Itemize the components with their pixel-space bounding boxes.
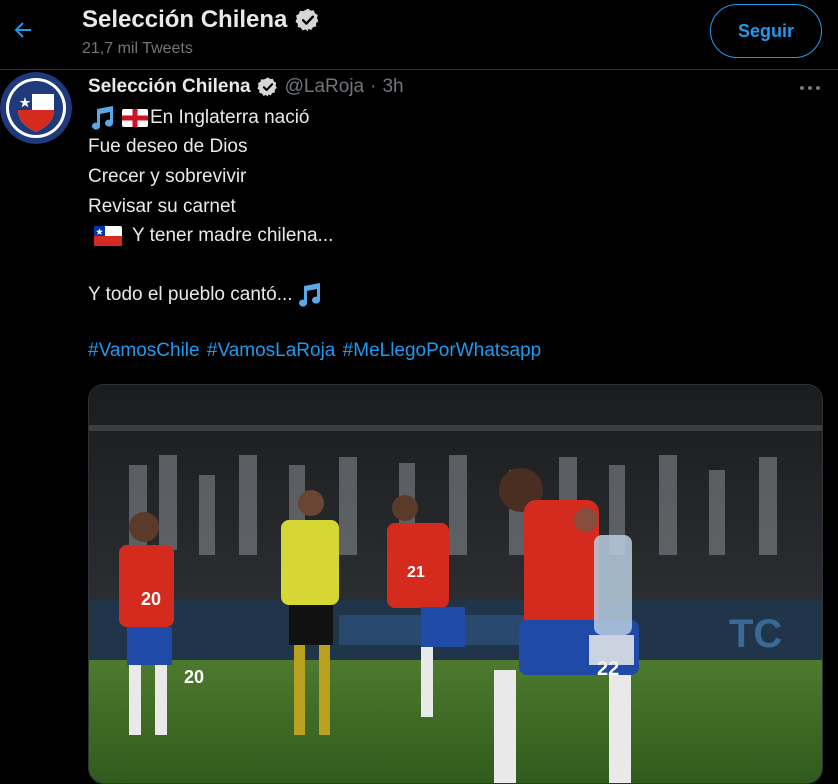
hashtag-link[interactable]: #VamosChile xyxy=(88,340,200,361)
hashtag-link[interactable]: #MeLlegoPorWhatsapp xyxy=(343,340,542,361)
chile-flag-icon xyxy=(94,226,122,246)
back-button[interactable] xyxy=(6,13,40,47)
profile-header: Selección Chilena 21,7 mil Tweets Seguir xyxy=(0,0,838,70)
tweet-text-line: Y tener madre chilena... xyxy=(94,225,333,247)
tweet-count: 21,7 mil Tweets xyxy=(82,40,193,57)
tweet-text-line-6: Y todo el pueblo cantó... xyxy=(88,284,293,305)
svg-text:20: 20 xyxy=(184,667,204,687)
separator-dot: · xyxy=(370,76,377,97)
svg-text:20: 20 xyxy=(141,589,161,609)
tweet-text-line: En Inglaterra nació xyxy=(88,106,310,130)
arrow-left-icon xyxy=(14,22,31,38)
more-options-button[interactable] xyxy=(796,78,824,98)
tweet-header: Selección Chilena @LaRoja · 3h xyxy=(88,76,404,98)
tweet-author-handle[interactable]: @LaRoja xyxy=(285,76,365,98)
tweet-text-line-2: Fue deseo de Dios xyxy=(88,136,248,157)
svg-text:21: 21 xyxy=(407,564,425,581)
tweet-text-line-4: Revisar su carnet xyxy=(88,196,236,217)
verified-badge-icon xyxy=(256,77,277,97)
svg-text:TC: TC xyxy=(729,612,782,656)
england-flag-icon xyxy=(122,109,148,127)
verified-badge-icon xyxy=(295,8,319,32)
music-note-icon xyxy=(88,106,116,130)
tweet-text-line: Y todo el pueblo cantó... xyxy=(88,283,329,307)
profile-title: Selección Chilena xyxy=(82,6,321,34)
tweet-text-line-5: Y tener madre chilena... xyxy=(132,225,334,246)
federation-logo-icon xyxy=(0,72,72,144)
hashtag-link[interactable]: #VamosLaRoja xyxy=(207,340,336,361)
tweet-author-name[interactable]: Selección Chilena xyxy=(88,76,251,98)
music-note-icon xyxy=(295,283,323,307)
tweet-text-line-1: En Inglaterra nació xyxy=(150,107,310,128)
profile-name: Selección Chilena xyxy=(82,6,288,33)
tweet-timestamp[interactable]: 3h xyxy=(382,76,403,98)
tweet-media-photo[interactable]: TC 20 20 21 22 xyxy=(88,384,823,784)
follow-button[interactable]: Seguir xyxy=(710,4,822,58)
football-match-photo: TC 20 20 21 22 xyxy=(89,385,822,783)
tweet-text-line-3: Crecer y sobrevivir xyxy=(88,166,247,187)
hashtag-list: #VamosChile #VamosLaRoja #MeLlegoPorWhat… xyxy=(88,340,543,362)
avatar[interactable] xyxy=(0,72,72,144)
more-options-icon xyxy=(800,86,820,90)
